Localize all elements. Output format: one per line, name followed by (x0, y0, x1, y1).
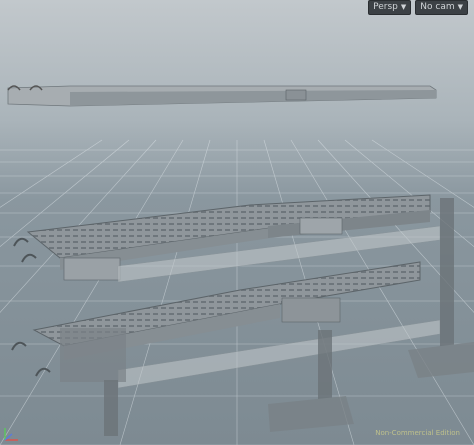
watermark: Non-Commercial Edition (375, 429, 460, 437)
top-beam[interactable] (7, 85, 437, 107)
chevron-down-icon: ▼ (400, 3, 407, 11)
camera-select-label: No cam (420, 2, 455, 12)
3d-viewport[interactable]: Persp ▼ No cam ▼ Non-Commercial Edition (0, 0, 474, 445)
chevron-down-icon: ▼ (457, 3, 463, 11)
axis-gizmo-icon (4, 428, 18, 441)
camera-select-dropdown[interactable]: No cam ▼ (415, 0, 468, 15)
camera-mode-dropdown[interactable]: Persp ▼ (368, 0, 412, 15)
scene-render[interactable] (0, 0, 474, 445)
viewport-toolbar: Persp ▼ No cam ▼ (368, 0, 468, 15)
camera-mode-label: Persp (373, 2, 398, 12)
